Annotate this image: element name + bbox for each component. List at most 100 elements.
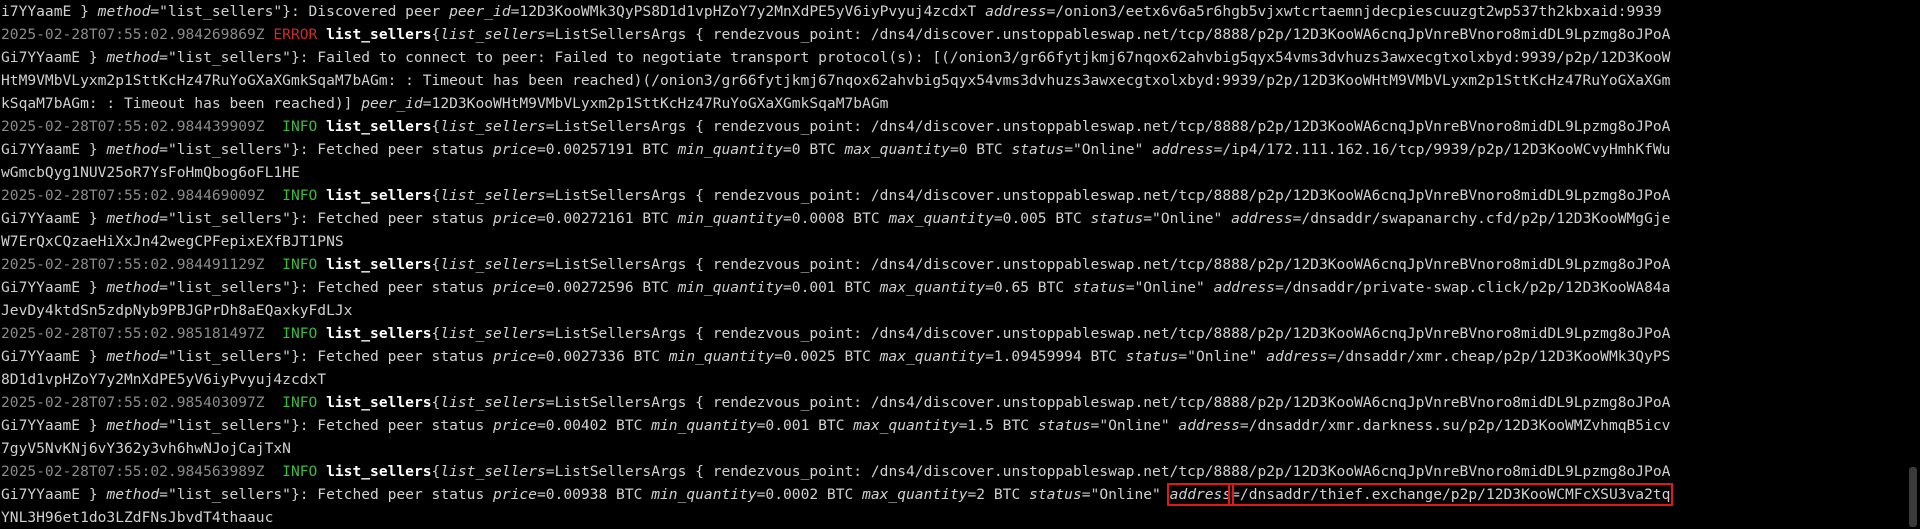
log-text: =0.00272161 BTC xyxy=(536,210,678,227)
log-line: 2025-02-28T07:55:02.984439909Z INFO list… xyxy=(1,115,1911,138)
log-text: ="Online" xyxy=(1090,417,1179,434)
log-span-name: list_sellers xyxy=(326,463,432,480)
log-field-key: status xyxy=(1125,348,1179,365)
log-text: =0.00272596 BTC xyxy=(536,279,678,296)
log-text: =/dnsaddr/xmr.darkness.su/p2p/12D3KooWMZ… xyxy=(1239,417,1671,434)
log-text: =12D3KooWHtM9VMbVLyxm2p1SttKcHz47RuYoGXa… xyxy=(422,95,889,112)
log-text: =ListSellersArgs { rendezvous_point: /dn… xyxy=(545,256,1671,273)
log-text: =ListSellersArgs { rendezvous_point: /dn… xyxy=(545,26,1671,43)
log-line: 2025-02-28T07:55:02.985403097Z INFO list… xyxy=(1,391,1911,414)
log-field-key: price xyxy=(493,210,537,227)
log-field-key: min_quantity xyxy=(677,141,783,158)
log-field-key: list_sellers xyxy=(440,256,546,273)
log-text: JevDy4ktdSn5zdpNyb9PBJGPrDh8aEQaxkyFdLJx xyxy=(1,302,353,319)
log-span-name: list_sellers xyxy=(326,394,432,411)
log-field-key: status xyxy=(1072,279,1126,296)
log-text: =0 BTC xyxy=(783,141,845,158)
log-line: 2025-02-28T07:55:02.984563989Z INFO list… xyxy=(1,460,1911,483)
log-line: Gi7YYaamE } method="list_sellers"}: Fetc… xyxy=(1,345,1911,368)
log-text: ="list_sellers"}: Fetched peer status xyxy=(159,279,494,296)
log-text: =0.001 BTC xyxy=(756,417,854,434)
scrollbar[interactable] xyxy=(1906,0,1920,529)
log-field-key: peer_id xyxy=(361,95,423,112)
log-text: =0.0025 BTC xyxy=(774,348,880,365)
log-text: =0.00938 BTC xyxy=(536,486,652,503)
log-timestamp: 2025-02-28T07:55:02.984269869Z xyxy=(1,26,274,43)
log-timestamp: 2025-02-28T07:55:02.985403097Z xyxy=(1,394,274,411)
log-line: 7gyV5NvKNj6vY362y3vh6hwNJojCajTxN xyxy=(1,437,1911,460)
terminal-window[interactable]: i7YYaamE } method="list_sellers"}: Disco… xyxy=(0,0,1920,529)
log-field-key: status xyxy=(1090,210,1144,227)
log-field-key: price xyxy=(493,141,537,158)
log-text: ="Online" xyxy=(1125,279,1214,296)
log-field-key: min_quantity xyxy=(677,210,783,227)
log-text: Gi7YYaamE } xyxy=(1,348,107,365)
log-field-key: address xyxy=(985,3,1047,20)
log-field-key: method xyxy=(106,417,160,434)
log-field-key: status xyxy=(1037,417,1091,434)
log-line: Gi7YYaamE } method="list_sellers"}: Fail… xyxy=(1,46,1911,69)
log-text: YNL3H96et1do3LZdFNsJbvdT4thaauc xyxy=(1,509,274,526)
log-field-key: price xyxy=(493,279,537,296)
log-line: 2025-02-28T07:55:02.984469009Z INFO list… xyxy=(1,184,1911,207)
log-text: HtM9VMbVLyxm2p1SttKcHz47RuYoGXaXGmkSqaM7… xyxy=(1,72,1671,89)
log-field-key: max_quantity xyxy=(879,348,986,365)
log-line: 2025-02-28T07:55:02.985181497Z INFO list… xyxy=(1,322,1911,345)
log-text: =ListSellersArgs { rendezvous_point: /dn… xyxy=(545,187,1671,204)
log-field-key: peer_id xyxy=(449,3,511,20)
log-text: =1.5 BTC xyxy=(958,417,1038,434)
log-timestamp: 2025-02-28T07:55:02.984491129Z xyxy=(1,256,274,273)
log-line: Gi7YYaamE } method="list_sellers"}: Fetc… xyxy=(1,138,1911,161)
log-field-key: min_quantity xyxy=(651,486,757,503)
log-timestamp: 2025-02-28T07:55:02.984469009Z xyxy=(1,187,274,204)
log-text: ="Online" xyxy=(1143,210,1232,227)
log-output: i7YYaamE } method="list_sellers"}: Disco… xyxy=(1,0,1911,529)
log-level: INFO xyxy=(273,463,318,480)
log-text: 7gyV5NvKNj6vY362y3vh6hwNJojCajTxN xyxy=(1,440,291,457)
log-text: ="Online" xyxy=(1064,141,1153,158)
log-field-key: max_quantity xyxy=(844,141,950,158)
log-field-key: list_sellers xyxy=(440,187,546,204)
log-span-name: list_sellers xyxy=(326,26,432,43)
log-field-key: max_quantity xyxy=(888,210,994,227)
scrollbar-thumb[interactable] xyxy=(1909,467,1917,527)
log-field-key: method xyxy=(106,486,160,503)
log-text: kSqaM7bAGm: : Timeout has been reached)] xyxy=(1,95,362,112)
log-span-name: list_sellers xyxy=(326,256,432,273)
log-text: =/dnsaddr/swapanarchy.cfd/p2p/12D3KooWMg… xyxy=(1292,210,1671,227)
log-field-key: max_quantity xyxy=(862,486,968,503)
log-span-name: list_sellers xyxy=(326,118,432,135)
log-text: ="Online" xyxy=(1081,486,1170,503)
log-text: =0.0027336 BTC xyxy=(536,348,669,365)
log-line: i7YYaamE } method="list_sellers"}: Disco… xyxy=(1,0,1911,23)
log-field-key: price xyxy=(493,417,537,434)
log-text: =/dnsaddr/private-swap.click/p2p/12D3Koo… xyxy=(1275,279,1671,296)
log-field-key: list_sellers xyxy=(440,118,546,135)
log-text: Gi7YYaamE } xyxy=(1,417,107,434)
log-text: ="list_sellers"}: Fetched peer status xyxy=(159,210,494,227)
log-line: Gi7YYaamE } method="list_sellers"}: Fetc… xyxy=(1,207,1911,230)
log-text: =0.0008 BTC xyxy=(783,210,889,227)
log-line: Gi7YYaamE } method="list_sellers"}: Fetc… xyxy=(1,414,1911,437)
log-field-key: list_sellers xyxy=(440,463,546,480)
log-text: ="list_sellers"}: Failed to connect to p… xyxy=(159,49,1671,66)
log-line: W7ErQxCQzaeHiXxJn42wegCPFepixEXfBJT1PNS xyxy=(1,230,1911,253)
log-field-key: max_quantity xyxy=(879,279,986,296)
log-text: =12D3KooWMk3QyPS8D1d1vpHZoY7y2MnXdPE5yV6… xyxy=(510,3,986,20)
log-line: JevDy4ktdSn5zdpNyb9PBJGPrDh8aEQaxkyFdLJx xyxy=(1,299,1911,322)
log-text: =0 BTC xyxy=(949,141,1012,158)
log-line: HtM9VMbVLyxm2p1SttKcHz47RuYoGXaXGmkSqaM7… xyxy=(1,69,1911,92)
log-text: =/ip4/172.111.162.16/tcp/9939/p2p/12D3Ko… xyxy=(1213,141,1671,158)
log-field-key: price xyxy=(493,348,537,365)
log-text: =2 BTC xyxy=(967,486,1030,503)
log-field-key: list_sellers xyxy=(440,26,546,43)
log-field-key: address xyxy=(1231,210,1293,227)
log-line: 8D1d1vpHZoY7y2MnXdPE5yV6iyPvyuj4zcdxT xyxy=(1,368,1911,391)
log-text: =ListSellersArgs { rendezvous_point: /dn… xyxy=(545,118,1671,135)
log-text: ="list_sellers"}: Fetched peer status xyxy=(159,348,494,365)
log-text: Gi7YYaamE } xyxy=(1,279,107,296)
log-field-key: address xyxy=(1152,141,1214,158)
